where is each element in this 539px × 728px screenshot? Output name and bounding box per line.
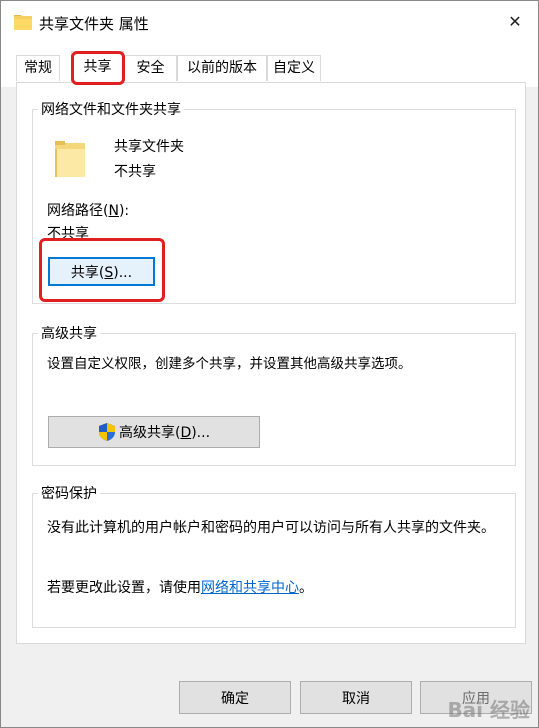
advanced-sharing-description: 设置自定义权限，创建多个共享，并设置其他高级共享选项。 xyxy=(47,356,412,372)
change-setting-text: 若要更改此设置，请使用网络和共享中心。 xyxy=(47,580,313,596)
cancel-button-label: 取消 xyxy=(342,690,370,707)
tab-sharing[interactable]: 共享 xyxy=(71,51,124,84)
folder-icon xyxy=(55,141,85,177)
folder-share-status: 不共享 xyxy=(114,164,156,180)
network-sharing-center-link[interactable]: 网络和共享中心 xyxy=(201,580,299,596)
folder-name: 共享文件夹 xyxy=(114,139,184,155)
network-path-label: 网络路径(N): xyxy=(47,203,130,219)
password-protection-group: 密码保护 xyxy=(32,483,516,628)
group-legend: 高级共享 xyxy=(41,326,97,342)
tab-label: 安全 xyxy=(136,60,165,76)
close-button[interactable]: ✕ xyxy=(492,1,538,42)
close-icon: ✕ xyxy=(508,12,522,31)
sharing-tab-panel: 网络文件和文件夹共享 共享文件夹 不共享 网络路径(N): 不共享 共享(S).… xyxy=(16,82,526,644)
uac-shield-icon xyxy=(98,423,115,441)
watermark-logo: Bai 经验 xyxy=(447,698,530,722)
tab-label: 共享 xyxy=(83,59,112,75)
tab-label: 自定义 xyxy=(273,60,315,76)
password-protection-description: 没有此计算机的用户帐户和密码的用户可以访问与所有人共享的文件夹。 xyxy=(47,520,495,536)
tab-label: 常规 xyxy=(24,60,52,76)
ok-button-label: 确定 xyxy=(221,690,249,707)
title-bar: 共享文件夹 属性 ✕ xyxy=(1,1,538,42)
advanced-sharing-button[interactable]: 高级共享(D)... xyxy=(48,416,260,448)
network-path-value: 不共享 xyxy=(47,226,89,242)
properties-dialog: 共享文件夹 属性 ✕ 常规 共享 安全 以前的版本 自定义 网络文件和文件夹共享… xyxy=(0,0,539,728)
group-legend: 密码保护 xyxy=(41,486,97,502)
tab-customize[interactable]: 自定义 xyxy=(267,55,321,81)
cancel-button[interactable]: 取消 xyxy=(300,681,412,714)
share-button-label: 共享(S)... xyxy=(70,264,133,281)
share-button[interactable]: 共享(S)... xyxy=(48,257,155,286)
window-title: 共享文件夹 属性 xyxy=(39,15,149,33)
tab-general[interactable]: 常规 xyxy=(16,55,60,81)
tab-label: 以前的版本 xyxy=(187,60,257,76)
folder-icon xyxy=(14,15,32,30)
tab-previous-versions[interactable]: 以前的版本 xyxy=(177,55,267,81)
ok-button[interactable]: 确定 xyxy=(179,681,291,714)
advanced-sharing-button-label: 高级共享(D)... xyxy=(118,425,211,441)
tab-security[interactable]: 安全 xyxy=(124,55,177,81)
group-legend: 网络文件和文件夹共享 xyxy=(41,102,181,118)
